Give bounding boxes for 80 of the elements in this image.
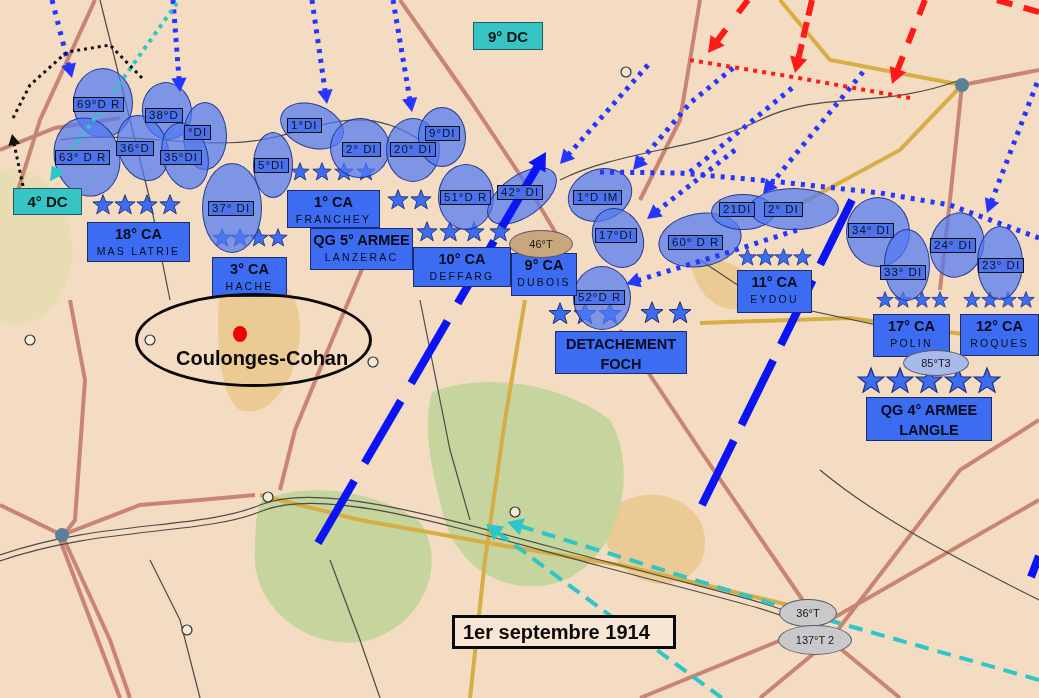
star-icon xyxy=(755,247,775,267)
division-label: °DI xyxy=(184,125,212,140)
city-marker-icon xyxy=(955,78,969,92)
division-label: 60° D R xyxy=(668,235,724,250)
cavalry-label: 4° DC xyxy=(13,188,82,215)
division-label: 1°DI xyxy=(287,118,322,133)
star-icon xyxy=(640,300,664,324)
corps-label: 17° CA POLIN xyxy=(873,314,950,357)
corps-label: 11° CA EYDOU xyxy=(737,270,812,313)
star-icon xyxy=(913,291,931,309)
star-icon xyxy=(857,366,885,394)
city-marker-icon xyxy=(55,528,69,542)
star-icon xyxy=(416,221,438,243)
dashed-line xyxy=(996,0,1039,15)
place-label: Coulonges-Cohan xyxy=(176,347,349,369)
star-icon xyxy=(439,221,461,243)
dashed-arrow xyxy=(708,0,751,53)
star-icon xyxy=(268,228,288,248)
corps-label: QG 5° ARMEE LANZERAC xyxy=(310,228,413,270)
division-label: 51°D R xyxy=(440,190,492,205)
star-icon xyxy=(963,291,981,309)
star-icon xyxy=(773,247,793,267)
town-marker-icon xyxy=(620,66,632,78)
star-icon xyxy=(159,194,181,216)
town-marker-icon xyxy=(24,334,36,346)
division-label: 5°DI xyxy=(254,158,289,173)
division-label: 24° DI xyxy=(930,238,977,253)
star-icon xyxy=(387,189,409,211)
star-icon xyxy=(249,228,269,248)
division-label: 21DI xyxy=(719,202,756,217)
star-icon xyxy=(410,189,432,211)
location-dot-icon xyxy=(233,326,247,342)
division-label: 42° DI xyxy=(497,185,544,200)
division-label: 2° DI xyxy=(764,202,803,217)
star-icon xyxy=(290,162,310,182)
division-label: 63° D R xyxy=(55,150,111,165)
division-label: 52°D R xyxy=(574,290,626,305)
star-icon xyxy=(92,194,114,216)
star-icon xyxy=(1017,291,1035,309)
corps-label: QG 4° ARMEE LANGLE xyxy=(866,397,992,441)
star-icon xyxy=(973,366,1001,394)
division-label: 69°D R xyxy=(73,97,125,112)
town-marker-icon xyxy=(181,624,193,636)
town-marker-icon xyxy=(367,356,379,368)
division-label: 33° DI xyxy=(880,265,927,280)
corps-label: 12° CA ROQUES xyxy=(960,314,1039,356)
star-icon xyxy=(792,247,812,267)
star-icon xyxy=(668,300,692,324)
division-label: 34° DI xyxy=(848,223,895,238)
division-label: 17°DI xyxy=(595,228,637,243)
corps-label: 3° CA HACHE xyxy=(212,257,287,297)
front-line xyxy=(1027,554,1039,579)
town-marker-icon xyxy=(262,491,274,503)
star-icon xyxy=(136,194,158,216)
star-icon xyxy=(114,194,136,216)
division-label: 36°D xyxy=(116,141,154,156)
division-label: 2° DI xyxy=(342,142,381,157)
division-label: 38°D xyxy=(145,108,183,123)
date-label: 1er septembre 1914 xyxy=(452,615,676,649)
corps-label: 18° CA MAS LATRIE xyxy=(87,222,190,262)
corps-label: 1° CA FRANCHEY xyxy=(287,190,380,228)
division-label: 37° DI xyxy=(208,201,255,216)
town-marker-icon xyxy=(509,506,521,518)
star-icon xyxy=(737,247,757,267)
cavalry-label: 9° DC xyxy=(473,22,543,50)
division-label: 20° DI xyxy=(390,142,437,157)
corps-label: 9° CA DUBOIS xyxy=(511,253,577,296)
star-icon xyxy=(312,162,332,182)
corps-label: 10° CA DEFFARG xyxy=(413,247,511,287)
dotted-arrow xyxy=(8,134,25,187)
star-icon xyxy=(931,291,949,309)
division-label: 35°DI xyxy=(160,150,202,165)
division-label: 23° DI xyxy=(978,258,1025,273)
division-label: 9°DI xyxy=(425,126,460,141)
division-label: 1°D IM xyxy=(573,190,623,205)
star-icon xyxy=(548,301,572,325)
corps-label: DETACHEMENT FOCH xyxy=(555,331,687,374)
star-icon xyxy=(876,291,894,309)
town-marker-icon xyxy=(144,334,156,346)
star-icon xyxy=(886,366,914,394)
